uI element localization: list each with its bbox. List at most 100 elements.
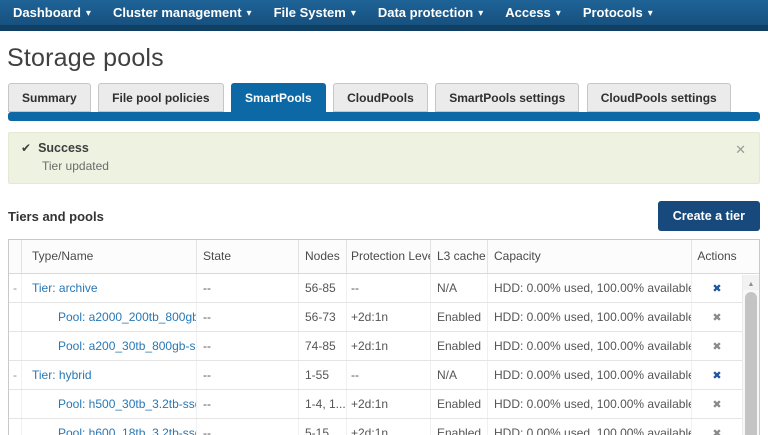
chevron-down-icon: ▾ <box>555 8 561 19</box>
nav-item-label: Protocols <box>582 5 643 20</box>
nodes-cell: 1-4, 1... <box>299 390 347 418</box>
column-header-l3-cache: L3 cache <box>431 240 488 273</box>
nav-item-cluster-management[interactable]: Cluster management ▾ <box>113 5 252 20</box>
l3-cache-cell: Enabled <box>431 390 488 418</box>
protection-level-cell: +2d:1n <box>347 390 431 418</box>
l3-cache-cell: N/A <box>431 361 488 389</box>
section-header: Tiers and pools Create a tier <box>8 201 760 231</box>
table-row: Pool: a200_30tb_800gb-ssd_16gb--74-85+2d… <box>9 332 742 361</box>
pool-link[interactable]: Pool: h500_30tb_3.2tb-ssd_128gb <box>58 397 196 411</box>
column-header-nodes: Nodes <box>299 240 347 273</box>
state-cell: -- <box>197 332 299 360</box>
state-cell: -- <box>197 274 299 302</box>
nodes-cell: 56-73 <box>299 303 347 331</box>
state-cell: -- <box>197 419 299 435</box>
chevron-down-icon: ▾ <box>647 8 653 19</box>
nav-item-label: Dashboard <box>13 5 81 20</box>
tab-summary[interactable]: Summary <box>8 83 91 112</box>
tab-bar: Summary File pool policies SmartPools Cl… <box>8 83 760 121</box>
create-tier-button[interactable]: Create a tier <box>657 201 760 231</box>
l3-cache-cell: N/A <box>431 274 488 302</box>
protection-level-cell: +2d:1n <box>347 332 431 360</box>
capacity-cell: HDD: 0.00% used, 100.00% available <box>488 361 692 389</box>
state-cell: -- <box>197 361 299 389</box>
scroll-up-icon: ▲ <box>747 281 755 288</box>
nav-item-label: Access <box>505 5 551 20</box>
table-row: - Tier: hybrid -- 1-55 -- N/A HDD: 0.00% used,… <box>9 361 742 390</box>
capacity-cell: HDD: 0.00% used, 100.00% available <box>488 274 692 302</box>
protection-level-cell: -- <box>347 274 431 302</box>
l3-cache-cell: Enabled <box>431 332 488 360</box>
column-header-type-name: Type/Name <box>22 240 197 273</box>
state-cell: -- <box>197 303 299 331</box>
nodes-cell: 74-85 <box>299 332 347 360</box>
page-title: Storage pools <box>7 44 164 72</box>
table-row: Pool: a2000_200tb_800gb-ssd_16gb--56-73+… <box>9 303 742 332</box>
table-body: - Tier: archive -- 56-85 -- N/A HDD: 0.00% use… <box>9 274 742 435</box>
l3-cache-cell: Enabled <box>431 303 488 331</box>
nodes-cell: 1-55 <box>299 361 347 389</box>
alert-title: Success <box>38 141 89 155</box>
remove-icon[interactable]: ✖ <box>712 428 721 435</box>
protection-level-cell: +2d:1n <box>347 419 431 435</box>
remove-icon[interactable]: ✖ <box>712 341 721 353</box>
column-header-capacity: Capacity <box>488 240 692 273</box>
table-header: Type/Name State Nodes Protection Level L… <box>9 240 759 274</box>
nav-item-label: Data protection <box>377 5 474 20</box>
capacity-cell: HDD: 0.00% used, 100.00% available <box>488 419 692 435</box>
close-icon[interactable]: ✕ <box>735 142 746 158</box>
remove-icon[interactable]: ✖ <box>712 312 721 324</box>
alert-message: Tier updated <box>42 159 109 173</box>
state-cell: -- <box>197 390 299 418</box>
protection-level-cell: -- <box>347 361 431 389</box>
nav-item-data-protection[interactable]: Data protection ▾ <box>378 5 483 20</box>
table-scrollbar[interactable]: ▲ <box>742 275 759 435</box>
tab-cloudpools-settings[interactable]: CloudPools settings <box>586 83 731 112</box>
active-tab-underline <box>8 112 760 121</box>
tiers-pools-table: Type/Name State Nodes Protection Level L… <box>8 239 760 435</box>
nav-item-dashboard[interactable]: Dashboard ▾ <box>13 5 91 20</box>
top-navbar: Dashboard ▾ Cluster management ▾ File Sy… <box>0 0 768 31</box>
chevron-down-icon: ▾ <box>350 8 356 19</box>
section-title: Tiers and pools <box>8 208 104 224</box>
nav-item-protocols[interactable]: Protocols ▾ <box>583 5 653 20</box>
table-row: - Tier: archive -- 56-85 -- N/A HDD: 0.00% use… <box>9 274 742 303</box>
tier-link[interactable]: Tier: hybrid <box>32 368 92 382</box>
collapse-icon[interactable]: - <box>13 281 17 295</box>
capacity-cell: HDD: 0.00% used, 100.00% available <box>488 390 692 418</box>
check-icon: ✔ <box>21 141 32 155</box>
column-header-state: State <box>197 240 299 273</box>
nav-item-access[interactable]: Access ▾ <box>505 5 561 20</box>
collapse-icon[interactable]: - <box>13 368 17 382</box>
column-header-protection-level: Protection Level <box>347 240 431 273</box>
tab-smartpools-settings[interactable]: SmartPools settings <box>435 83 580 112</box>
tab-cloudpools[interactable]: CloudPools <box>333 83 428 112</box>
success-alert: ✔ Success Tier updated ✕ <box>8 132 760 184</box>
nodes-cell: 5-15 <box>299 419 347 435</box>
chevron-down-icon: ▾ <box>246 8 252 19</box>
nodes-cell: 56-85 <box>299 274 347 302</box>
scroll-thumb[interactable] <box>745 292 757 435</box>
nav-item-label: Cluster management <box>112 5 242 20</box>
l3-cache-cell: Enabled <box>431 419 488 435</box>
remove-icon[interactable]: ✖ <box>712 370 721 382</box>
table-row: Pool: h500_30tb_3.2tb-ssd_128gb--1-4, 1.… <box>9 390 742 419</box>
pool-link[interactable]: Pool: a2000_200tb_800gb-ssd_16gb <box>58 310 196 324</box>
column-header-actions: Actions <box>697 249 737 263</box>
remove-icon[interactable]: ✖ <box>712 283 721 295</box>
tier-link[interactable]: Tier: archive <box>32 281 98 295</box>
expand-column-header <box>9 240 22 273</box>
nav-item-label: File System <box>273 5 346 20</box>
protection-level-cell: +2d:1n <box>347 303 431 331</box>
pool-link[interactable]: Pool: h600_18tb_3.2tb-ssd_256gb <box>58 426 196 435</box>
pool-link[interactable]: Pool: a200_30tb_800gb-ssd_16gb <box>58 339 196 353</box>
nav-item-file-system[interactable]: File System ▾ <box>274 5 356 20</box>
chevron-down-icon: ▾ <box>478 8 484 19</box>
tab-file-pool-policies[interactable]: File pool policies <box>98 83 224 112</box>
capacity-cell: HDD: 0.00% used, 100.00% available <box>488 303 692 331</box>
scroll-up-button[interactable]: ▲ <box>743 275 759 290</box>
remove-icon[interactable]: ✖ <box>712 399 721 411</box>
tab-smartpools[interactable]: SmartPools <box>230 83 326 121</box>
chevron-down-icon: ▾ <box>85 8 91 19</box>
table-row: Pool: h600_18tb_3.2tb-ssd_256gb--5-15+2d… <box>9 419 742 435</box>
